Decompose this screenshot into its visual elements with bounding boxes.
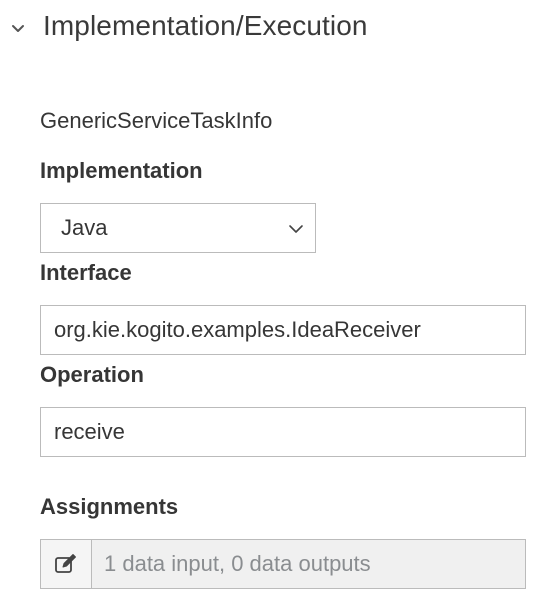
group-title: GenericServiceTaskInfo: [40, 108, 273, 133]
implementation-select-value: Java: [61, 215, 108, 240]
interface-input[interactable]: [40, 305, 526, 355]
interface-label: Interface: [40, 260, 132, 285]
operation-label: Operation: [40, 362, 144, 387]
chevron-down-icon: [289, 225, 303, 233]
chevron-down-icon[interactable]: [9, 20, 27, 38]
section-title: Implementation/Execution: [43, 10, 368, 41]
assignments-label: Assignments: [40, 494, 179, 519]
edit-assignments-button[interactable]: [41, 540, 92, 588]
assignments-field: 1 data input, 0 data outputs: [40, 539, 526, 589]
section-header-implementation-execution[interactable]: Implementation/Execution: [0, 0, 545, 56]
implementation-select[interactable]: Java: [40, 203, 316, 253]
edit-icon: [55, 554, 76, 573]
implementation-label: Implementation: [40, 158, 203, 183]
assignments-summary: 1 data input, 0 data outputs: [92, 540, 525, 588]
operation-input[interactable]: [40, 407, 526, 457]
